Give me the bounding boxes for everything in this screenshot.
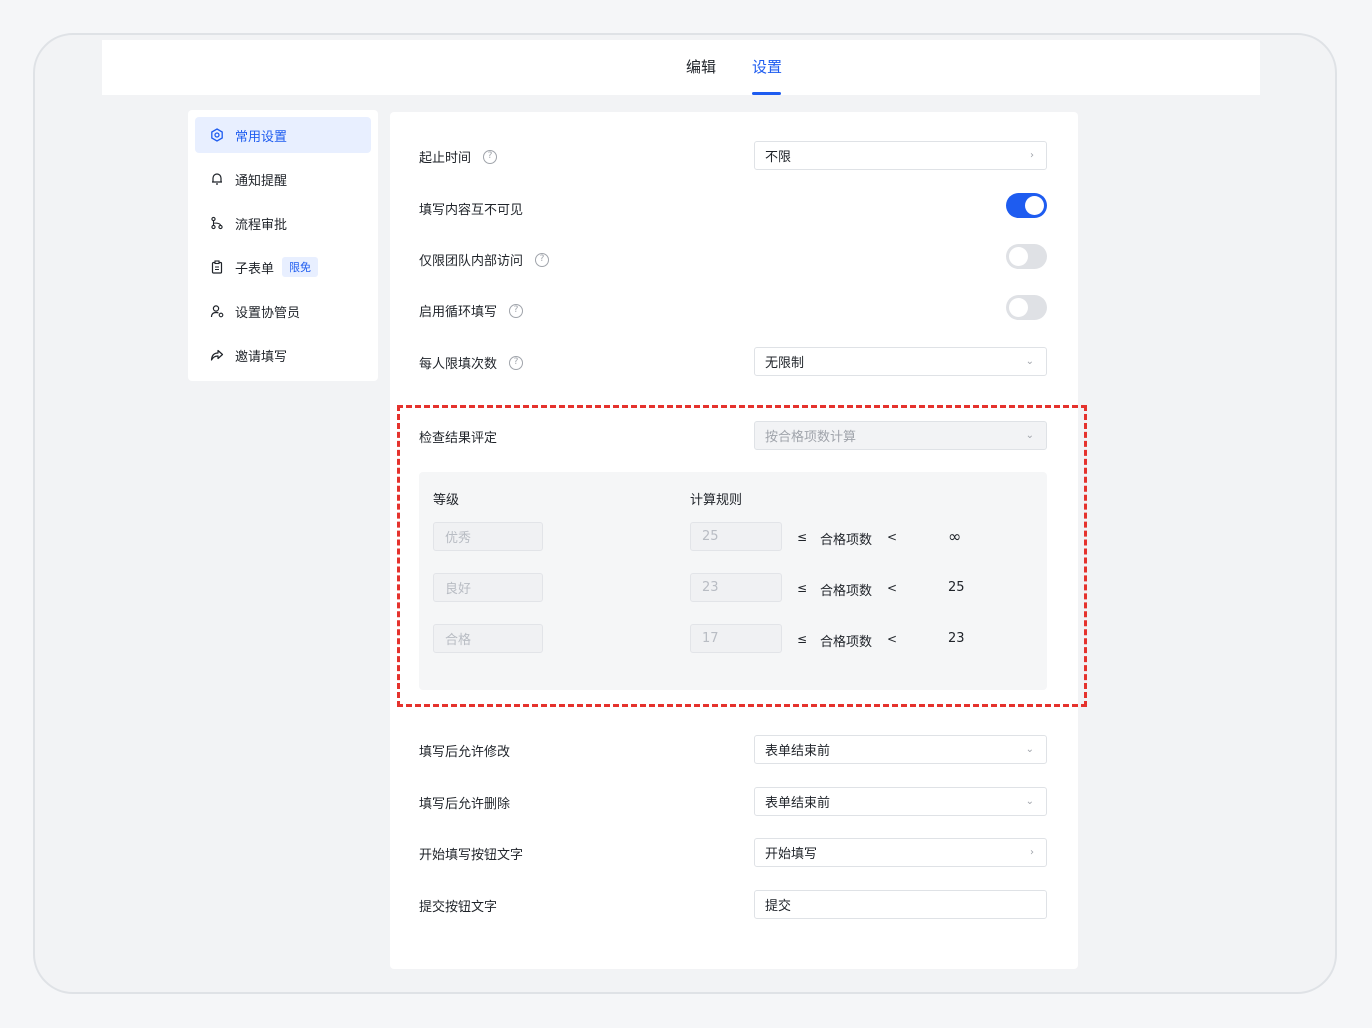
workflow-icon xyxy=(209,215,225,231)
clipboard-icon xyxy=(209,259,225,275)
content-invisible-label: 填写内容互不可见 xyxy=(419,203,524,218)
settings-hex-icon xyxy=(209,127,225,143)
active-tab-indicator xyxy=(752,92,781,95)
grade-max-value: 23 xyxy=(948,631,965,646)
grade-level-input[interactable]: 优秀 xyxy=(433,522,543,551)
chevron-right-icon: › xyxy=(1030,150,1034,161)
allow-delete-select[interactable]: 表单结束前 ⌄ xyxy=(754,787,1047,816)
grade-min-input[interactable]: 25 xyxy=(690,522,782,551)
grade-max-value: 25 xyxy=(948,580,965,595)
sidebar-item-label: 邀请填写 xyxy=(235,349,288,365)
limit-per-person-label: 每人限填次数 ? xyxy=(419,353,524,372)
level-column-header: 等级 xyxy=(433,493,460,508)
le-symbol: ≤ xyxy=(797,530,808,544)
submit-button-text-input[interactable] xyxy=(754,890,1047,919)
grade-min-input[interactable]: 17 xyxy=(690,624,782,653)
chevron-down-icon: ⌄ xyxy=(1025,430,1034,441)
bell-icon xyxy=(209,171,225,187)
tab-settings[interactable]: 设置 xyxy=(752,56,782,77)
sidebar-item-label: 常用设置 xyxy=(235,129,288,145)
le-symbol: ≤ xyxy=(797,581,808,595)
le-symbol: ≤ xyxy=(797,632,808,646)
sidebar-item-notifications[interactable]: 通知提醒 xyxy=(195,161,371,197)
limit-per-person-select[interactable]: 无限制 ⌄ xyxy=(754,347,1047,376)
start-end-time-picker[interactable]: 不限 › xyxy=(754,141,1047,170)
grade-min-input[interactable]: 23 xyxy=(690,573,782,602)
loop-fill-label: 启用循环填写 ? xyxy=(419,301,524,320)
result-evaluation-select[interactable]: 按合格项数计算 ⌄ xyxy=(754,421,1047,450)
sidebar-item-label: 子表单 xyxy=(235,261,275,277)
help-icon[interactable]: ? xyxy=(509,303,524,318)
metric-label: 合格项数 xyxy=(820,635,873,650)
user-gear-icon xyxy=(209,303,225,319)
grade-level-input[interactable]: 合格 xyxy=(433,624,543,653)
start-button-text-label: 开始填写按钮文字 xyxy=(419,848,524,863)
sidebar-item-label: 通知提醒 xyxy=(235,173,288,189)
sidebar-item-subform[interactable]: 子表单 限免 xyxy=(195,249,371,285)
toggle-knob xyxy=(1009,298,1028,317)
share-icon xyxy=(209,347,225,363)
sidebar-item-common-settings[interactable]: 常用设置 xyxy=(195,117,371,153)
top-tab-bar xyxy=(102,40,1260,95)
chevron-down-icon: ⌄ xyxy=(1025,356,1034,367)
sidebar-item-label: 流程审批 xyxy=(235,217,288,233)
sidebar-item-co-admin[interactable]: 设置协管员 xyxy=(195,293,371,329)
sidebar-item-invite[interactable]: 邀请填写 xyxy=(195,337,371,373)
chevron-right-icon: › xyxy=(1030,847,1034,858)
loop-fill-toggle[interactable] xyxy=(1006,295,1047,320)
grade-max-value: ∞ xyxy=(948,527,962,546)
allow-edit-label: 填写后允许修改 xyxy=(419,745,511,760)
help-icon[interactable]: ? xyxy=(483,149,498,164)
free-badge: 限免 xyxy=(282,257,319,277)
tab-edit[interactable]: 编辑 xyxy=(686,56,716,77)
lt-symbol: < xyxy=(887,581,898,595)
allow-delete-label: 填写后允许删除 xyxy=(419,797,511,812)
content-invisible-toggle[interactable] xyxy=(1006,193,1047,218)
chevron-down-icon: ⌄ xyxy=(1025,744,1034,755)
chevron-down-icon: ⌄ xyxy=(1025,796,1034,807)
rule-column-header: 计算规则 xyxy=(690,493,743,508)
start-button-text-field[interactable]: 开始填写 › xyxy=(754,838,1047,867)
metric-label: 合格项数 xyxy=(820,584,873,599)
team-only-toggle[interactable] xyxy=(1006,244,1047,269)
sidebar-item-label: 设置协管员 xyxy=(235,305,301,321)
start-end-time-label: 起止时间 ? xyxy=(419,147,498,166)
allow-edit-select[interactable]: 表单结束前 ⌄ xyxy=(754,735,1047,764)
team-only-label: 仅限团队内部访问 ? xyxy=(419,250,550,269)
submit-button-text-label: 提交按钮文字 xyxy=(419,900,498,915)
metric-label: 合格项数 xyxy=(820,533,873,548)
toggle-knob xyxy=(1025,196,1044,215)
help-icon[interactable]: ? xyxy=(509,355,524,370)
toggle-knob xyxy=(1009,247,1028,266)
lt-symbol: < xyxy=(887,530,898,544)
help-icon[interactable]: ? xyxy=(535,252,550,267)
lt-symbol: < xyxy=(887,632,898,646)
sidebar-item-workflow[interactable]: 流程审批 xyxy=(195,205,371,241)
grade-level-input[interactable]: 良好 xyxy=(433,573,543,602)
result-evaluation-label: 检查结果评定 xyxy=(419,431,498,446)
